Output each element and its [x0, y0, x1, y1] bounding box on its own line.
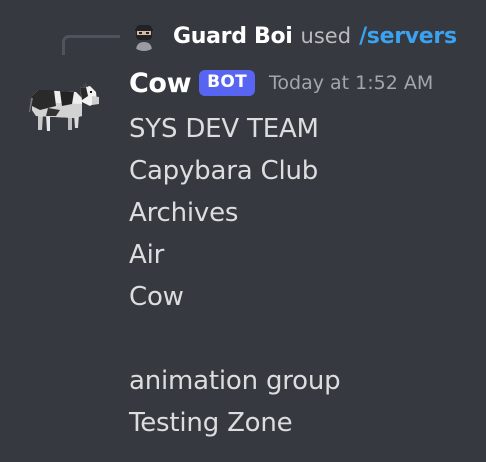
message-line: Archives [129, 198, 239, 228]
message-line: SYS DEV TEAM [129, 114, 319, 144]
message-line: animation group [129, 366, 341, 396]
message-line: Cow [129, 282, 184, 312]
message-username[interactable]: Cow [129, 68, 192, 99]
reply-context[interactable]: Guard Boi used /servers [129, 20, 457, 52]
message-line: Capybara Club [129, 156, 319, 186]
message-line: Testing Zone [129, 408, 293, 438]
message-timestamp[interactable]: Today at 1:52 AM [269, 72, 433, 94]
reply-command[interactable]: /servers [359, 24, 457, 49]
ninja-avatar-icon[interactable] [129, 21, 159, 51]
reply-connector [62, 35, 120, 55]
message-line [129, 318, 340, 360]
message-content: SYS DEV TEAM Capybara Club Archives Air … [129, 108, 341, 444]
bot-badge: BOT [199, 70, 256, 96]
message-header: Cow BOT Today at 1:52 AM [129, 64, 433, 102]
message-line: Air [129, 240, 165, 270]
reply-used-text: used [300, 24, 352, 48]
reply-username[interactable]: Guard Boi [173, 24, 293, 49]
cow-avatar-icon[interactable] [24, 70, 104, 150]
